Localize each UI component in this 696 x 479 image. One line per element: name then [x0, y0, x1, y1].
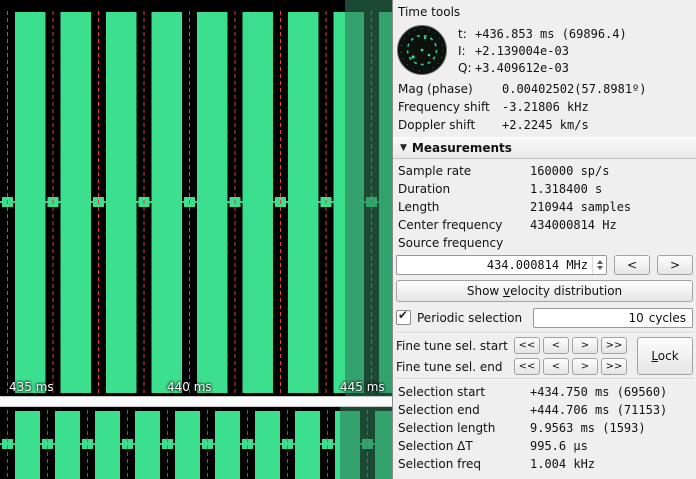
time-axis-label: 435 ms	[9, 380, 54, 394]
spin-down-icon[interactable]	[597, 266, 603, 270]
waveform-overview-view[interactable]	[0, 407, 392, 479]
selection-info-row: Selection end +444.706 ms (71153)	[396, 401, 693, 419]
info-label: Mag (phase)	[398, 82, 502, 96]
periodic-selection-checkbox[interactable]	[396, 310, 411, 325]
measurement-row: Source frequency	[396, 234, 693, 252]
lock-button[interactable]: Lock	[637, 337, 693, 375]
frequency-value: 434.000814 MHz	[397, 258, 592, 272]
measurement-row: Center frequency 434000814 Hz	[396, 216, 693, 234]
periodic-selection-label: Periodic selection	[417, 311, 522, 325]
selection-info-row: Selection length 9.9563 ms (1593)	[396, 419, 693, 437]
measurement-row: Length 210944 samples	[396, 198, 693, 216]
info-label: Sample rate	[398, 164, 530, 178]
time-tools-row: Q: +3.409612e-03	[458, 59, 693, 76]
info-label: Center frequency	[398, 218, 530, 232]
info-label: Doppler shift	[398, 118, 502, 132]
info-label: Q:	[458, 61, 475, 75]
button-label: Show velocity distribution	[467, 284, 622, 298]
info-label: I:	[458, 44, 475, 58]
button-label: Lock	[651, 349, 678, 363]
collapse-arrow-icon: ▼	[400, 143, 407, 153]
fine-tune-end-row: Fine tune sel. end << < > >>	[396, 358, 631, 375]
time-tools-row: Mag (phase) 0.00402502(57.8981º)	[396, 80, 693, 98]
info-label: Source frequency	[398, 236, 530, 250]
selection-info-row: Selection start +434.750 ms (69560)	[396, 383, 693, 401]
phase-dial-icon	[396, 24, 448, 76]
info-value: 434000814 Hz	[530, 218, 617, 232]
time-tools-title: Time tools	[396, 3, 693, 24]
spin-up-icon[interactable]	[597, 260, 603, 264]
period-marker-lines	[0, 11, 392, 396]
info-value: +3.409612e-03	[475, 61, 569, 75]
frequency-spinbox[interactable]: 434.000814 MHz	[396, 255, 607, 275]
measurement-row: Duration 1.318400 s	[396, 180, 693, 198]
waveform-main-view[interactable]: 435 ms 440 ms 445 ms	[0, 0, 392, 396]
fine-tune-end-step-button[interactable]: >	[572, 358, 598, 375]
measurements-title: Measurements	[412, 141, 512, 155]
info-label: Selection end	[398, 403, 530, 417]
info-label: Length	[398, 200, 530, 214]
fine-tune-start-row: Fine tune sel. start << < > >>	[396, 337, 631, 354]
spinbox-arrows[interactable]	[592, 256, 606, 274]
info-value: +2.139004e-03	[475, 44, 569, 58]
time-axis-label: 440 ms	[167, 380, 212, 394]
fine-tune-end-step-button[interactable]: >>	[601, 358, 627, 375]
info-label: Duration	[398, 182, 530, 196]
freq-next-button[interactable]: >	[657, 255, 693, 275]
period-marker-lines	[0, 410, 392, 479]
info-value: +2.2245 km/s	[502, 118, 589, 132]
waveform-pane: 435 ms 440 ms 445 ms	[0, 0, 392, 479]
time-window: 435 ms 440 ms 445 ms Time tools	[0, 0, 696, 479]
fine-tune-end-step-button[interactable]: <	[543, 358, 569, 375]
fine-tune-start-step-button[interactable]: >>	[601, 337, 627, 354]
fine-tune-start-step-button[interactable]: <<	[514, 337, 540, 354]
info-label: Selection start	[398, 385, 530, 399]
info-label: Fine tune sel. end	[396, 360, 514, 374]
time-tools-row: Doppler shift +2.2245 km/s	[396, 116, 693, 134]
info-value: 1.004 kHz	[530, 457, 595, 471]
info-value: 0.00402502(57.8981º)	[502, 82, 647, 96]
info-value: +434.750 ms (69560)	[530, 385, 667, 399]
time-axis-label: 445 ms	[340, 380, 385, 394]
info-label: Selection freq	[398, 457, 530, 471]
fine-tune-start-step-button[interactable]: >	[572, 337, 598, 354]
fine-tune-end-step-button[interactable]: <<	[514, 358, 540, 375]
info-value: 160000 sp/s	[530, 164, 609, 178]
info-value: -3.21806 kHz	[502, 100, 589, 114]
selection-info-row: Selection ΔT 995.6 µs	[396, 437, 693, 455]
info-label: Frequency shift	[398, 100, 502, 114]
info-label: t:	[458, 27, 475, 41]
info-value: 9.9563 ms (1593)	[530, 421, 646, 435]
cycles-value: 10	[540, 311, 644, 325]
cycles-input[interactable]: 10 cycles	[533, 308, 693, 328]
show-velocity-button[interactable]: Show velocity distribution	[396, 280, 693, 302]
info-value: +436.853 ms (69896.4)	[475, 27, 627, 41]
time-tools-row: Frequency shift -3.21806 kHz	[396, 98, 693, 116]
info-label: Selection ΔT	[398, 439, 530, 453]
freq-prev-button[interactable]: <	[614, 255, 650, 275]
measurement-row: Sample rate 160000 sp/s	[396, 162, 693, 180]
time-tools-panel: Time tools t: +436.853 ms (69896.4)	[392, 0, 696, 479]
selection-info-row: Selection freq 1.004 kHz	[396, 455, 693, 473]
waveform-splitter[interactable]	[0, 396, 392, 407]
measurements-section-header[interactable]: ▼ Measurements	[393, 137, 696, 159]
info-value: +444.706 ms (71153)	[530, 403, 667, 417]
separator	[396, 378, 693, 380]
time-tools-row: t: +436.853 ms (69896.4)	[458, 25, 693, 42]
fine-tune-start-step-button[interactable]: <	[543, 337, 569, 354]
separator	[396, 332, 693, 334]
time-tools-row: I: +2.139004e-03	[458, 42, 693, 59]
info-value: 995.6 µs	[530, 439, 588, 453]
info-label: Selection length	[398, 421, 530, 435]
info-label: Fine tune sel. start	[396, 339, 514, 353]
cycles-suffix-label: cycles	[649, 311, 686, 325]
info-value: 1.318400 s	[530, 182, 602, 196]
info-value: 210944 samples	[530, 200, 631, 214]
